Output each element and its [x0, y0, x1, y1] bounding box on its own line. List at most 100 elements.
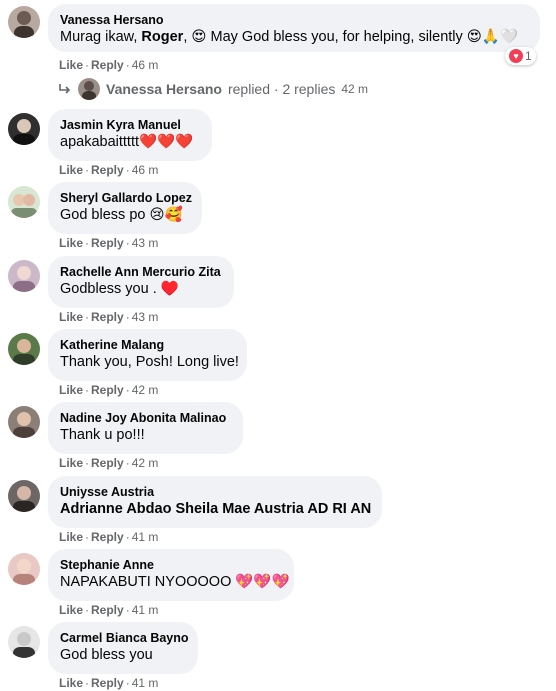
separator: · — [85, 310, 90, 324]
separator: · — [85, 530, 90, 544]
comment-author[interactable]: Rachelle Ann Mercurio Zita — [60, 264, 222, 280]
timestamp[interactable]: 46 m — [132, 163, 159, 177]
timestamp[interactable]: 43 m — [132, 236, 159, 250]
avatar[interactable] — [8, 186, 40, 218]
comment-actions: Like · Reply · 41 m — [59, 603, 158, 617]
profile-photo-icon — [13, 486, 35, 512]
comment-text: Thank u po!!! — [60, 427, 145, 443]
separator: · — [125, 676, 130, 690]
comment-bubble: Vanessa Hersano Murag ikaw, Roger, 😍 May… — [48, 4, 540, 52]
comment-author[interactable]: Katherine Malang — [60, 337, 235, 353]
like-button[interactable]: Like — [59, 603, 83, 617]
mentioned-name[interactable]: Roger — [141, 29, 183, 45]
comment-bubble: Uniysse Austria Adrianne Abdao Sheila Ma… — [48, 476, 382, 528]
reaction-count: 1 — [525, 49, 532, 63]
comment-actions: Like · Reply · 43 m — [59, 310, 158, 324]
comment-author[interactable]: Vanessa Hersano — [60, 12, 528, 28]
comment-actions: Like · Reply · 46 m — [59, 58, 158, 72]
avatar[interactable] — [8, 553, 40, 585]
avatar[interactable] — [8, 260, 40, 292]
avatar[interactable] — [8, 333, 40, 365]
profile-photo-icon — [13, 559, 35, 585]
comment-text: Godbless you . ♥️ — [60, 281, 179, 297]
avatar[interactable] — [8, 113, 40, 145]
comment-bubble: Jasmin Kyra Manuel apakabaittttt❤️❤️❤️ — [48, 109, 212, 161]
comment-text: apakabaittttt❤️❤️❤️ — [60, 134, 194, 150]
view-replies[interactable]: Vanessa Hersano replied · 2 replies 42 m — [58, 78, 368, 100]
timestamp[interactable]: 46 m — [132, 58, 159, 72]
comment-bubble: Nadine Joy Abonita Malinao Thank u po!!! — [48, 402, 243, 454]
timestamp[interactable]: 43 m — [132, 310, 159, 324]
comment-text-part: , 😍 May God bless you, for helping, sile… — [183, 29, 519, 45]
timestamp: 42 m — [341, 82, 369, 96]
comment-text: Murag ikaw, Roger, 😍 May God bless you, … — [60, 28, 528, 47]
comment-author[interactable]: Nadine Joy Abonita Malinao — [60, 410, 231, 426]
like-button[interactable]: Like — [59, 383, 83, 397]
profile-photo-icon — [14, 11, 34, 38]
profile-photo-icon — [13, 412, 35, 438]
separator: · — [125, 383, 130, 397]
reply-button[interactable]: Reply — [91, 58, 124, 72]
reply-button[interactable]: Reply — [91, 383, 124, 397]
comment-actions: Like · Reply · 46 m — [59, 163, 158, 177]
avatar[interactable] — [8, 406, 40, 438]
reply-button[interactable]: Reply — [91, 676, 124, 690]
avatar[interactable] — [8, 480, 40, 512]
profile-photo-icon — [13, 632, 35, 658]
replies-count: replied · 2 replies — [227, 81, 336, 97]
reply-button[interactable]: Reply — [91, 310, 124, 324]
separator: · — [125, 530, 130, 544]
comment-author[interactable]: Jasmin Kyra Manuel — [60, 117, 200, 133]
like-button[interactable]: Like — [59, 310, 83, 324]
separator: · — [125, 310, 130, 324]
like-button[interactable]: Like — [59, 58, 83, 72]
separator: · — [85, 603, 90, 617]
avatar[interactable] — [8, 6, 40, 38]
separator: · — [125, 603, 130, 617]
comment-bubble: Stephanie Anne NAPAKABUTI NYOOOOO 💖💖💖 — [48, 549, 294, 601]
avatar — [78, 78, 100, 100]
reply-button[interactable]: Reply — [91, 236, 124, 250]
comment-text: God bless you — [60, 647, 153, 663]
like-button[interactable]: Like — [59, 676, 83, 690]
profile-photo-icon — [13, 339, 35, 365]
separator: · — [85, 163, 90, 177]
comment-bubble: Katherine Malang Thank you, Posh! Long l… — [48, 329, 247, 381]
comment-author[interactable]: Carmel Bianca Bayno — [60, 630, 189, 646]
timestamp[interactable]: 42 m — [132, 383, 159, 397]
timestamp[interactable]: 42 m — [132, 456, 159, 470]
separator: · — [85, 236, 90, 250]
reply-button[interactable]: Reply — [91, 530, 124, 544]
reply-author: Vanessa Hersano — [106, 81, 222, 97]
timestamp[interactable]: 41 m — [132, 676, 159, 690]
comment-author[interactable]: Uniysse Austria — [60, 484, 370, 500]
like-button[interactable]: Like — [59, 456, 83, 470]
profile-photo-icon — [13, 266, 35, 292]
reply-button[interactable]: Reply — [91, 163, 124, 177]
like-button[interactable]: Like — [59, 236, 83, 250]
comment-bubble: Sheryl Gallardo Lopez God bless po 😢🥰 — [48, 182, 202, 234]
separator: · — [85, 58, 90, 72]
separator: · — [125, 456, 130, 470]
separator: · — [125, 163, 130, 177]
timestamp[interactable]: 41 m — [132, 530, 159, 544]
comment-author[interactable]: Stephanie Anne — [60, 557, 282, 573]
comment-bubble: Rachelle Ann Mercurio Zita Godbless you … — [48, 256, 234, 308]
like-button[interactable]: Like — [59, 530, 83, 544]
mentioned-names[interactable]: Adrianne Abdao Sheila Mae Austria AD RI … — [60, 501, 371, 517]
like-button[interactable]: Like — [59, 163, 83, 177]
comment-actions: Like · Reply · 42 m — [59, 456, 158, 470]
profile-photo-icon — [13, 119, 35, 145]
reply-button[interactable]: Reply — [91, 603, 124, 617]
comment-author[interactable]: Sheryl Gallardo Lopez — [60, 190, 192, 206]
reply-button[interactable]: Reply — [91, 456, 124, 470]
avatar[interactable] — [8, 626, 40, 658]
timestamp[interactable]: 41 m — [132, 603, 159, 617]
reaction-summary[interactable]: ♥ 1 — [505, 47, 536, 65]
comment-bubble: Carmel Bianca Bayno God bless you — [48, 622, 198, 674]
separator: · — [85, 456, 90, 470]
comment-text: Thank you, Posh! Long live! — [60, 354, 239, 370]
separator: · — [125, 58, 130, 72]
comment-text: God bless po 😢🥰 — [60, 207, 183, 223]
comment-actions: Like · Reply · 42 m — [59, 383, 158, 397]
